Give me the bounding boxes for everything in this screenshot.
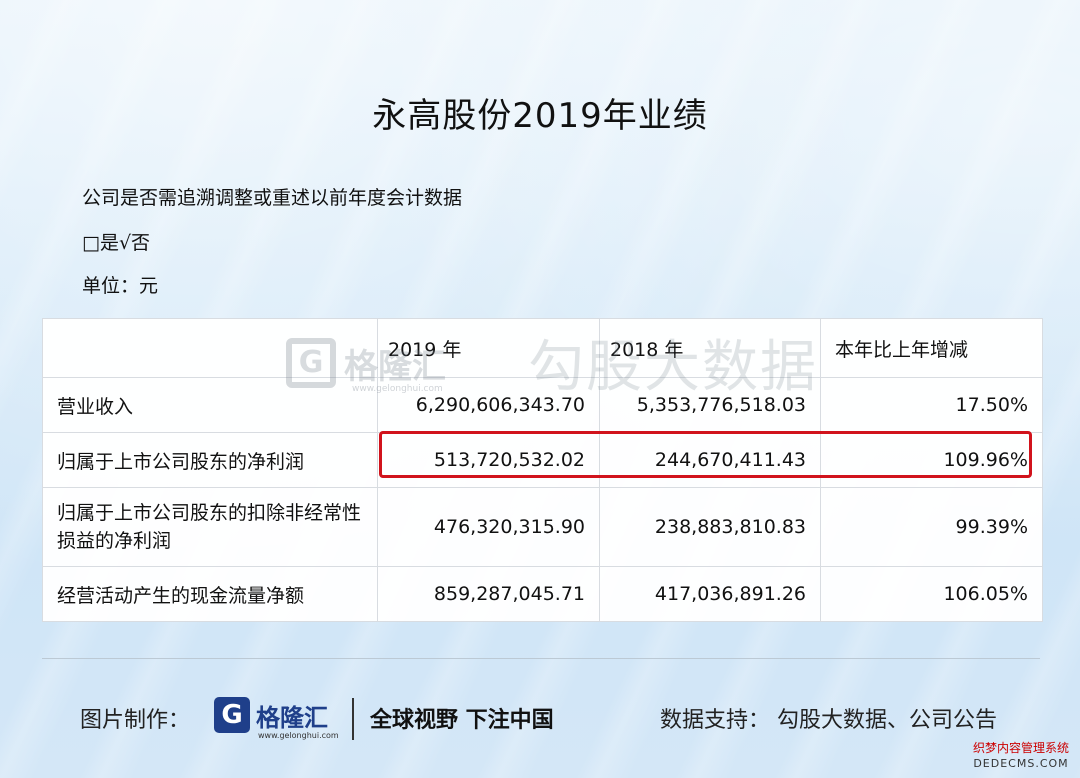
- row-label: 归属于上市公司股东的扣除非经常性 损益的净利润: [42, 487, 378, 567]
- slogan: 全球视野 下注中国: [370, 708, 554, 733]
- value-change: 109.96%: [820, 432, 1043, 488]
- table-row: 经营活动产生的现金流量净额 859,287,045.71 417,036,891…: [42, 566, 1043, 622]
- value-2018: 238,883,810.83: [599, 487, 821, 567]
- value-2018: 244,670,411.43: [599, 432, 821, 488]
- value-2019: 859,287,045.71: [377, 566, 600, 622]
- header-change: 本年比上年增减: [820, 318, 1043, 378]
- value-2018: 417,036,891.26: [599, 566, 821, 622]
- header-2018: 2018 年: [599, 318, 821, 378]
- corner-watermark-line1: 织梦内容管理系统: [972, 741, 1069, 755]
- restate-answer: □是√否: [82, 232, 151, 254]
- data-support: 数据支持： 勾股大数据、公司公告: [660, 708, 997, 733]
- brand-watermark-url: www.gelonghui.com: [352, 384, 443, 394]
- row-label: 经营活动产生的现金流量净额: [42, 566, 378, 622]
- value-change: 99.39%: [820, 487, 1043, 567]
- restate-question: 公司是否需追溯调整或重述以前年度会计数据: [82, 187, 463, 209]
- value-2019: 513,720,532.02: [377, 432, 600, 488]
- logo-url: www.gelonghui.com: [258, 731, 339, 740]
- table-row: 归属于上市公司股东的扣除非经常性 损益的净利润 476,320,315.90 2…: [42, 487, 1043, 567]
- footer-divider: [42, 658, 1040, 659]
- made-by-label: 图片制作：: [80, 708, 191, 733]
- page-title: 永高股份2019年业绩: [372, 96, 708, 136]
- brand-logo: G 格隆汇: [214, 697, 328, 733]
- table-row: 归属于上市公司股东的净利润 513,720,532.02 244,670,411…: [42, 432, 1043, 488]
- row-label-line2: 损益的净利润: [57, 530, 172, 552]
- row-label: 归属于上市公司股东的净利润: [42, 432, 378, 488]
- table-header-row: 2019 年 2018 年 本年比上年增减: [42, 318, 1043, 378]
- corner-watermark: 织梦内容管理系统 DEDECMS.COM: [966, 740, 1076, 776]
- value-change: 17.50%: [820, 377, 1043, 433]
- table-row: 营业收入 6,290,606,343.70 5,353,776,518.03 1…: [42, 377, 1043, 433]
- value-2019: 476,320,315.90: [377, 487, 600, 567]
- header-2019: 2019 年: [377, 318, 600, 378]
- header-empty: [42, 318, 378, 378]
- footer-separator: [352, 698, 354, 740]
- value-change: 106.05%: [820, 566, 1043, 622]
- unit-label: 单位：元: [82, 275, 159, 297]
- row-label: 营业收入: [42, 377, 378, 433]
- row-label-line1: 归属于上市公司股东的扣除非经常性: [57, 502, 362, 524]
- corner-watermark-line2: DEDECMS.COM: [973, 757, 1069, 770]
- financial-table: 2019 年 2018 年 本年比上年增减 营业收入 6,290,606,343…: [42, 318, 1043, 622]
- g-logo-icon: G: [214, 697, 250, 733]
- logo-text: 格隆汇: [256, 703, 328, 732]
- value-2018: 5,353,776,518.03: [599, 377, 821, 433]
